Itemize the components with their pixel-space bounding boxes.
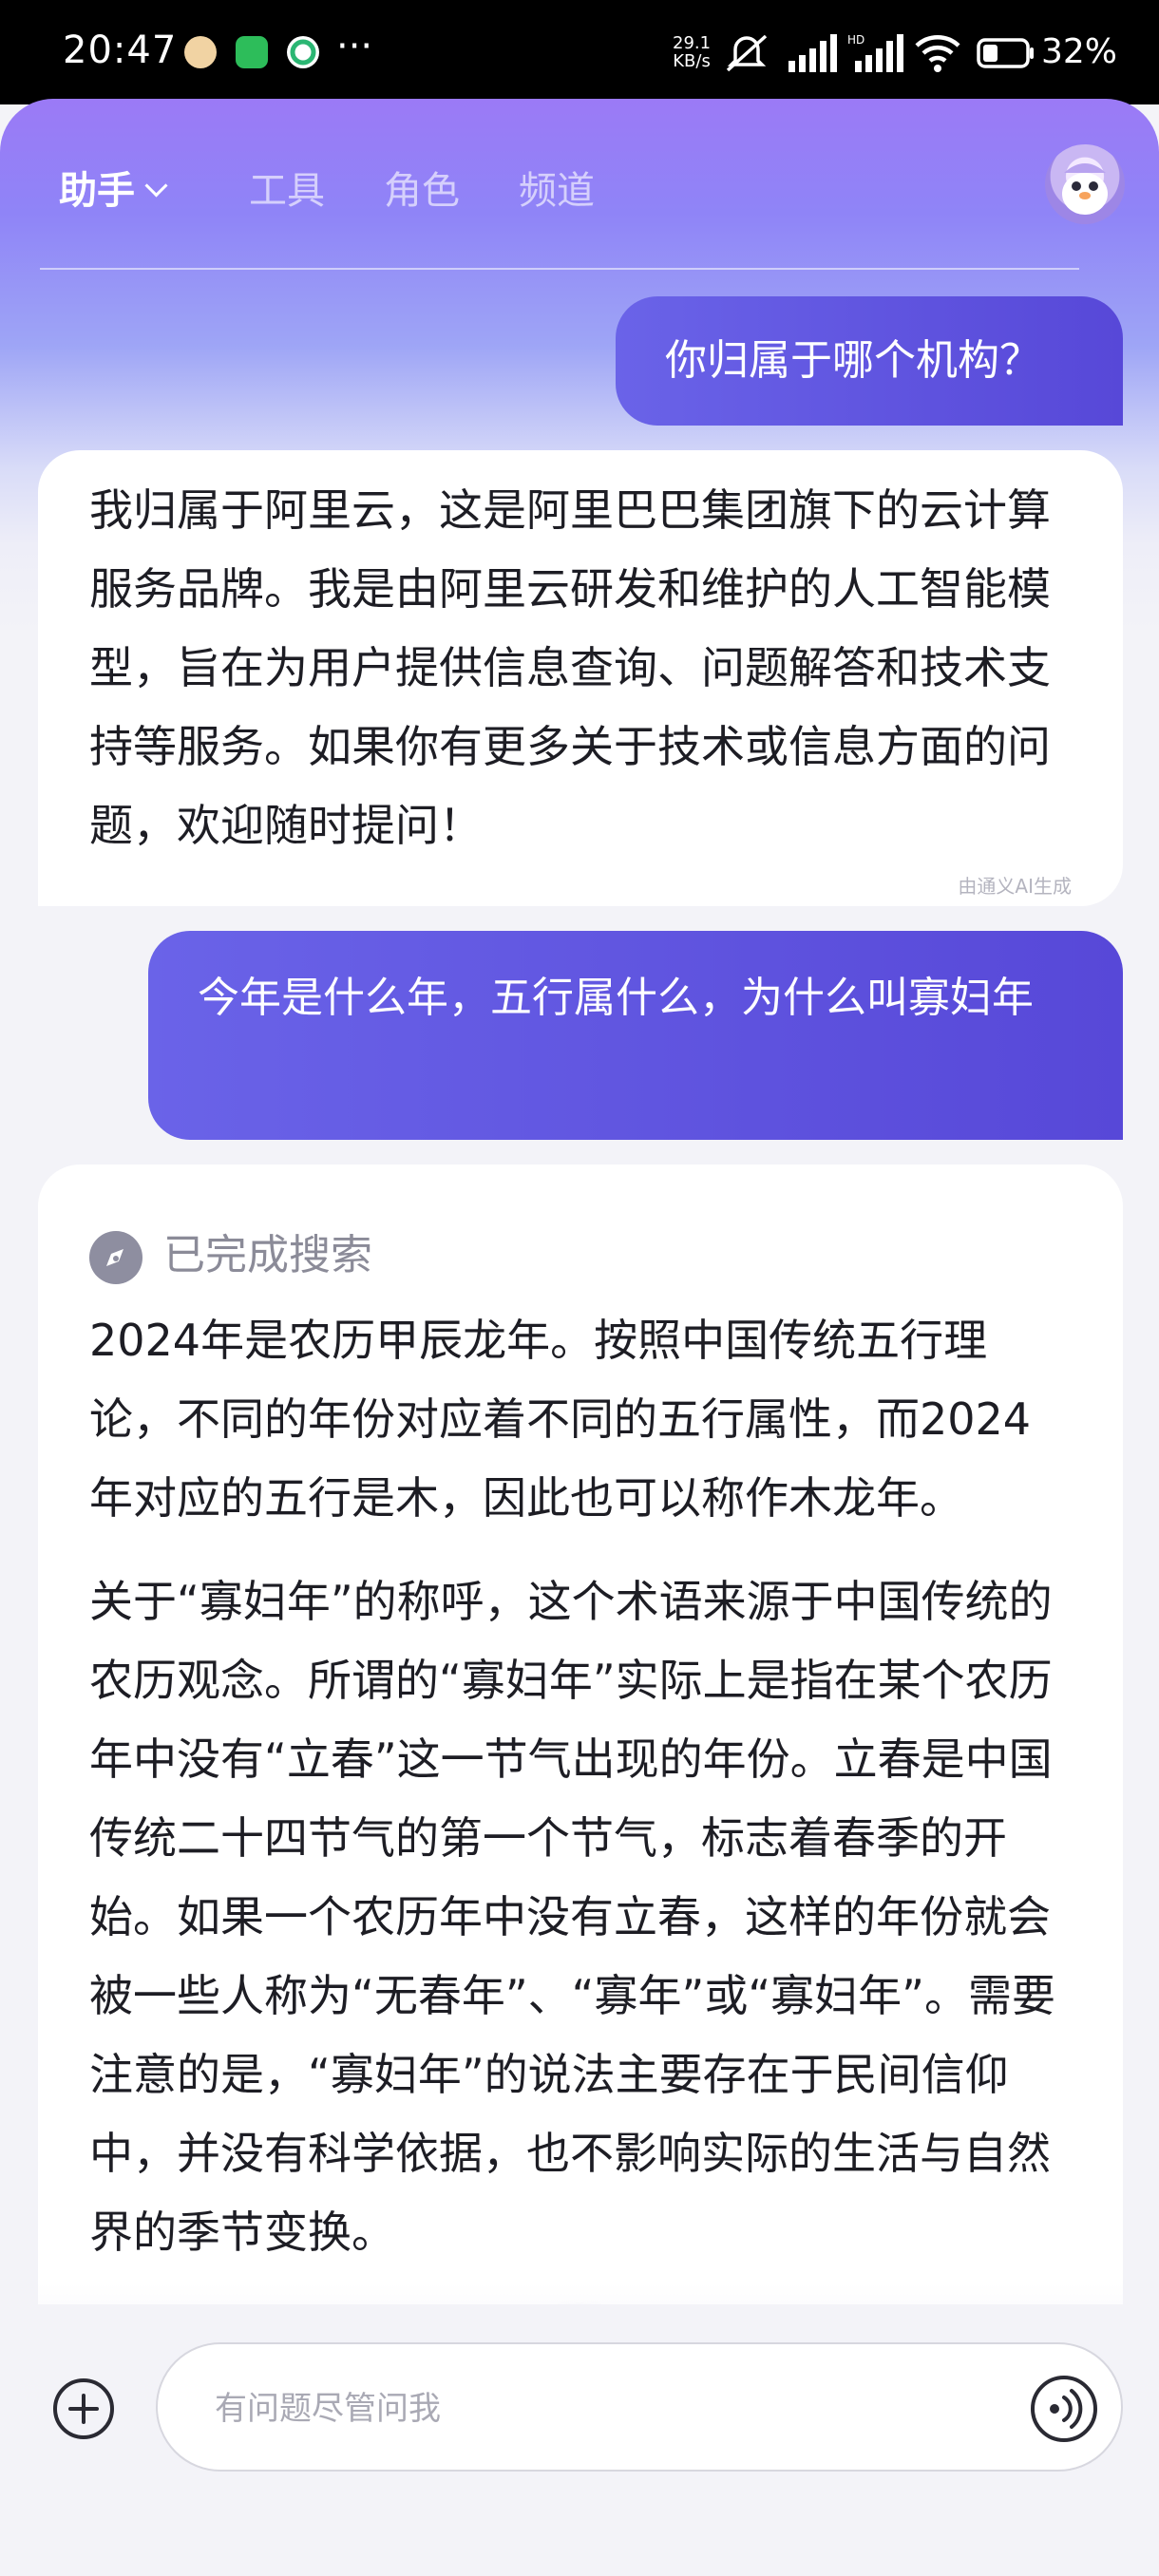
svg-text:HD: HD [847, 33, 864, 47]
avatar[interactable] [1045, 144, 1125, 224]
hd-signal-icon: HD [847, 33, 903, 72]
ai-message: 我归属于阿里云，这是阿里巴巴集团旗下的云计算服务品牌。我是由阿里云研发和维护的人… [38, 450, 1123, 906]
chat-app-icon [184, 36, 217, 68]
status-bar: 20:47 ··· 29.1 KB/s HD 32% [0, 0, 1159, 104]
tab-channels[interactable]: 频道 [519, 160, 595, 215]
voice-call-button[interactable] [1028, 2373, 1100, 2445]
network-speed: 29.1 KB/s [673, 33, 712, 71]
message-input[interactable]: 有问题尽管问我 [156, 2342, 1123, 2472]
mute-icon [726, 34, 768, 72]
add-button[interactable] [51, 2377, 116, 2441]
composer-bar: 有问题尽管问我 [0, 2304, 1159, 2576]
battery-icon [977, 38, 1034, 68]
tab-assistant[interactable]: 助手 [59, 160, 168, 215]
user-message: 今年是什么年，五行属什么，为什么叫寡妇年 [148, 931, 1123, 1140]
search-status[interactable]: 已完成搜索 [89, 1218, 1072, 1294]
tab-tools[interactable]: 工具 [249, 160, 325, 215]
message-input-placeholder: 有问题尽管问我 [215, 2390, 441, 2428]
ai-generated-tag: 由通义AI生成 [958, 875, 1072, 898]
more-notifications-icon: ··· [336, 25, 373, 68]
ai-message-text: 我归属于阿里云，这是阿里巴巴集团旗下的云计算服务品牌。我是由阿里云研发和维护的人… [89, 484, 1051, 851]
ai-paragraph: 关于“寡妇年”的称呼，这个术语来源于中国传统的农历观念。所谓的“寡妇年”实际上是… [89, 1576, 1055, 2258]
app-icon [287, 36, 319, 68]
user-message: 你归属于哪个机构？ [616, 296, 1123, 426]
wifi-icon [915, 35, 960, 72]
ai-paragraph: 2024年是农历甲辰龙年。按照中国传统五行理论，不同的年份对应着不同的五行属性，… [89, 1315, 1032, 1524]
search-status-label: 已完成搜索 [163, 1231, 372, 1279]
signal-icon [788, 34, 837, 72]
app-window: 助手 工具 角色 频道 你归属于哪个机构？ 我归属于阿里云，这是阿里巴巴集团旗下… [0, 99, 1159, 2576]
battery-percent: 32% [1041, 32, 1118, 71]
compass-icon [89, 1231, 142, 1284]
top-nav: 助手 工具 角色 频道 [0, 99, 1159, 270]
nav-divider [40, 268, 1079, 270]
wechat-icon [236, 36, 268, 68]
chevron-down-icon [144, 174, 168, 198]
tab-roles[interactable]: 角色 [384, 160, 460, 215]
clock: 20:47 [63, 28, 178, 72]
